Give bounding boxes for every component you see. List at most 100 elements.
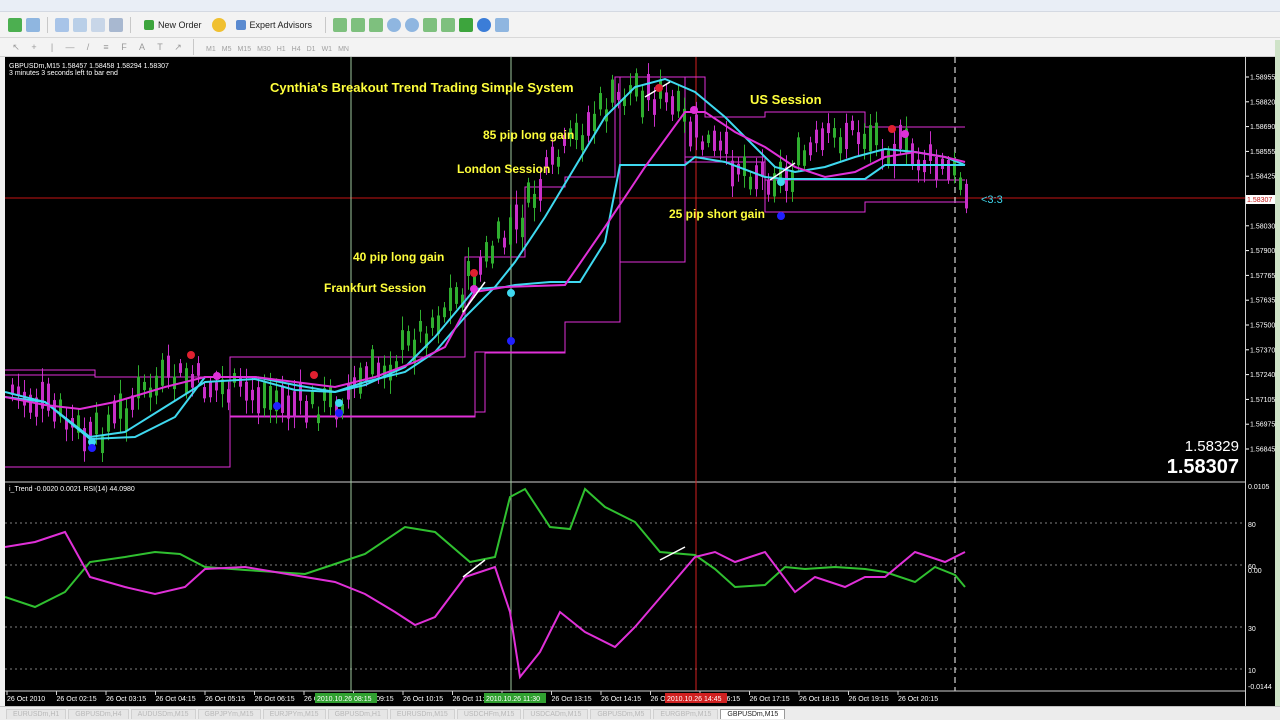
candle-body bbox=[527, 182, 530, 203]
cursor-icon[interactable]: ↖ bbox=[10, 42, 22, 53]
market-watch-icon[interactable] bbox=[55, 17, 69, 32]
indicator-scale-canvas: 0.010580600.003010-0.0144 bbox=[1248, 484, 1272, 691]
candle-body bbox=[521, 217, 524, 238]
signal-dot bbox=[335, 399, 343, 407]
fibonacci-icon[interactable]: F bbox=[118, 42, 130, 52]
vertical-line-icon[interactable]: | bbox=[46, 42, 58, 52]
periods-icon[interactable] bbox=[477, 17, 492, 32]
bar-chart-icon[interactable] bbox=[333, 17, 348, 32]
channel-icon[interactable]: ≡ bbox=[100, 42, 112, 52]
timeframe-list: M1 M5 M15 M30 H1 H4 D1 W1 MN bbox=[203, 38, 352, 56]
candle-body bbox=[269, 386, 272, 410]
timeframe-m15[interactable]: M15 bbox=[234, 46, 254, 53]
horizontal-line-icon[interactable]: — bbox=[64, 42, 76, 52]
chart-tab[interactable]: EURUSDm,M15 bbox=[389, 708, 455, 719]
timeframe-d1[interactable]: D1 bbox=[304, 46, 319, 53]
navigator-icon[interactable] bbox=[73, 17, 87, 32]
chart-window[interactable]: GBPUSDm,M15 1.58457 1.58458 1.58294 1.58… bbox=[4, 57, 1245, 706]
candle-body bbox=[833, 128, 836, 138]
time-label: 26 Oct 18:15 bbox=[799, 696, 839, 703]
timeframe-m5[interactable]: M5 bbox=[219, 46, 235, 53]
tester-icon[interactable] bbox=[109, 17, 123, 32]
candle-body bbox=[617, 91, 620, 100]
signal-dot bbox=[310, 371, 318, 379]
candle-body bbox=[821, 128, 824, 151]
chart-tab[interactable]: GBPUSDm,H1 bbox=[327, 708, 388, 719]
candle-body bbox=[935, 156, 938, 181]
timeframe-m1[interactable]: M1 bbox=[203, 46, 219, 53]
signal-dot bbox=[901, 130, 909, 138]
timeframe-w1[interactable]: W1 bbox=[319, 46, 336, 53]
candle-body bbox=[923, 160, 926, 173]
timeframe-m30[interactable]: M30 bbox=[254, 46, 274, 53]
signal-dot bbox=[507, 337, 515, 345]
arrows-icon[interactable]: ↗ bbox=[172, 42, 184, 53]
candle-body bbox=[173, 376, 176, 390]
profiles-icon[interactable] bbox=[26, 17, 40, 32]
new-chart-icon[interactable] bbox=[8, 17, 22, 32]
candle-body bbox=[107, 414, 110, 432]
highlighted-time-label: 2010.10.26 14:45 bbox=[667, 696, 722, 703]
candle-body bbox=[587, 112, 590, 136]
zoom-out-icon[interactable] bbox=[405, 17, 420, 32]
line-chart-icon[interactable] bbox=[369, 17, 384, 32]
candle-body bbox=[449, 287, 452, 311]
tile-windows-icon[interactable] bbox=[423, 17, 438, 32]
candle-body bbox=[287, 395, 290, 419]
candle-body bbox=[491, 245, 494, 264]
short-25-label: 25 pip short gain bbox=[669, 207, 765, 221]
signal-dot bbox=[655, 84, 663, 92]
candle-body bbox=[815, 129, 818, 144]
templates-icon[interactable] bbox=[495, 17, 510, 32]
chart-tab[interactable]: GBPUSDm,M15 bbox=[720, 708, 786, 719]
chart-tab[interactable]: USDCHFm,M15 bbox=[456, 708, 522, 719]
trendline-icon[interactable]: / bbox=[82, 42, 94, 52]
candle-body bbox=[929, 144, 932, 161]
crosshair-icon[interactable]: + bbox=[28, 42, 40, 52]
timeframe-mn[interactable]: MN bbox=[335, 46, 352, 53]
candle-body bbox=[845, 122, 848, 150]
chart-shift-icon[interactable] bbox=[441, 17, 456, 32]
candle-body bbox=[515, 204, 518, 230]
text-tool-icon[interactable]: A bbox=[136, 42, 148, 52]
chart-tab[interactable]: EURUSDm,H1 bbox=[6, 708, 67, 719]
chart-tab[interactable]: EURGBPm,M15 bbox=[653, 708, 719, 719]
toolbar-separator bbox=[130, 16, 131, 33]
chart-tab[interactable]: EURJPYm,M15 bbox=[262, 708, 326, 719]
candlestick-icon[interactable] bbox=[351, 17, 366, 32]
toolbar-separator bbox=[325, 16, 327, 33]
chart-tab[interactable]: GBPJPYm,M15 bbox=[197, 708, 261, 719]
chart-tab-bar: EURUSDm,H1 GBPUSDm,H4 AUDUSDm,M15 GBPJPYm,M… bbox=[0, 706, 1280, 720]
chart-tab[interactable]: GBPUSDm,H4 bbox=[68, 708, 129, 719]
candle-body bbox=[839, 137, 842, 154]
candle-body bbox=[161, 359, 164, 386]
chart-tab[interactable]: GBPUSDm,M5 bbox=[590, 708, 652, 719]
meta-editor-icon[interactable] bbox=[211, 17, 226, 32]
new-order-button[interactable]: New Order bbox=[138, 14, 208, 36]
window-title-strip bbox=[0, 0, 1280, 12]
label-tool-icon[interactable]: T bbox=[154, 42, 166, 52]
price-scale[interactable]: 1.589551.588201.586901.585551.584251.581… bbox=[1245, 57, 1276, 482]
expert-advisors-button[interactable]: Expert Advisors bbox=[230, 14, 319, 36]
candle-body bbox=[317, 414, 320, 424]
indicator-scale[interactable]: 0.0105 80 60 0.00 30 10 -0.0144 bbox=[1245, 482, 1276, 706]
candle-body bbox=[197, 363, 200, 376]
signal-dot bbox=[213, 372, 221, 380]
candle-body bbox=[407, 331, 410, 346]
zoom-in-icon[interactable] bbox=[387, 17, 402, 32]
indicator-header: i_Trend -0.0020 0.0021 RSI(14) 44.0980 bbox=[9, 486, 135, 493]
indicators-icon[interactable] bbox=[459, 17, 474, 32]
candle-body bbox=[725, 131, 728, 154]
timeframe-h4[interactable]: H4 bbox=[289, 46, 304, 53]
chart-canvas[interactable]: GBPUSDm,M15 1.58457 1.58458 1.58294 1.58… bbox=[4, 57, 1245, 706]
timeframe-h1[interactable]: H1 bbox=[274, 46, 289, 53]
signal-dot bbox=[88, 444, 96, 452]
candle-body bbox=[533, 193, 536, 208]
price-scale-canvas: 1.589551.588201.586901.585551.584251.581… bbox=[1245, 75, 1275, 454]
chart-tab[interactable]: AUDUSDm,M15 bbox=[130, 708, 196, 719]
chart-tab[interactable]: USDCADm,M15 bbox=[523, 708, 589, 719]
price-tick-label: 1.57240 bbox=[1250, 372, 1275, 379]
candle-body bbox=[143, 381, 146, 391]
terminal-icon[interactable] bbox=[91, 17, 105, 32]
candle-body bbox=[707, 134, 710, 143]
